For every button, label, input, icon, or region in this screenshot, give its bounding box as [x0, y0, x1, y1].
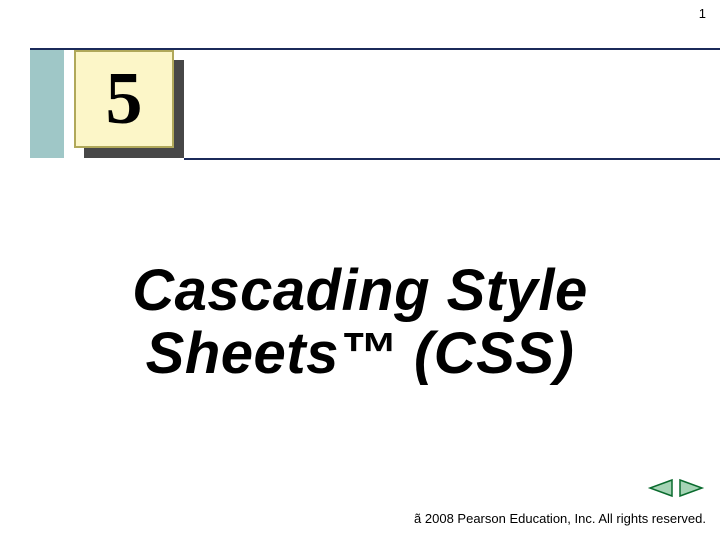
next-arrow-icon[interactable] [678, 478, 706, 498]
footer: ã 2008 Pearson Education, Inc. All right… [0, 478, 706, 526]
slide: 1 5 Cascading StyleSheets™ (CSS) ã 2008 … [0, 0, 720, 540]
slide-title: Cascading StyleSheets™ (CSS) [0, 260, 720, 385]
prev-arrow-icon[interactable] [646, 478, 674, 498]
side-accent-band [30, 50, 64, 158]
chapter-box-face: 5 [74, 50, 174, 148]
nav-arrows [646, 478, 706, 503]
chapter-number: 5 [106, 62, 143, 136]
copyright-text: ã 2008 Pearson Education, Inc. All right… [0, 511, 706, 526]
chapter-number-box: 5 [74, 50, 184, 158]
bottom-rule [184, 158, 720, 160]
page-number: 1 [699, 6, 706, 21]
